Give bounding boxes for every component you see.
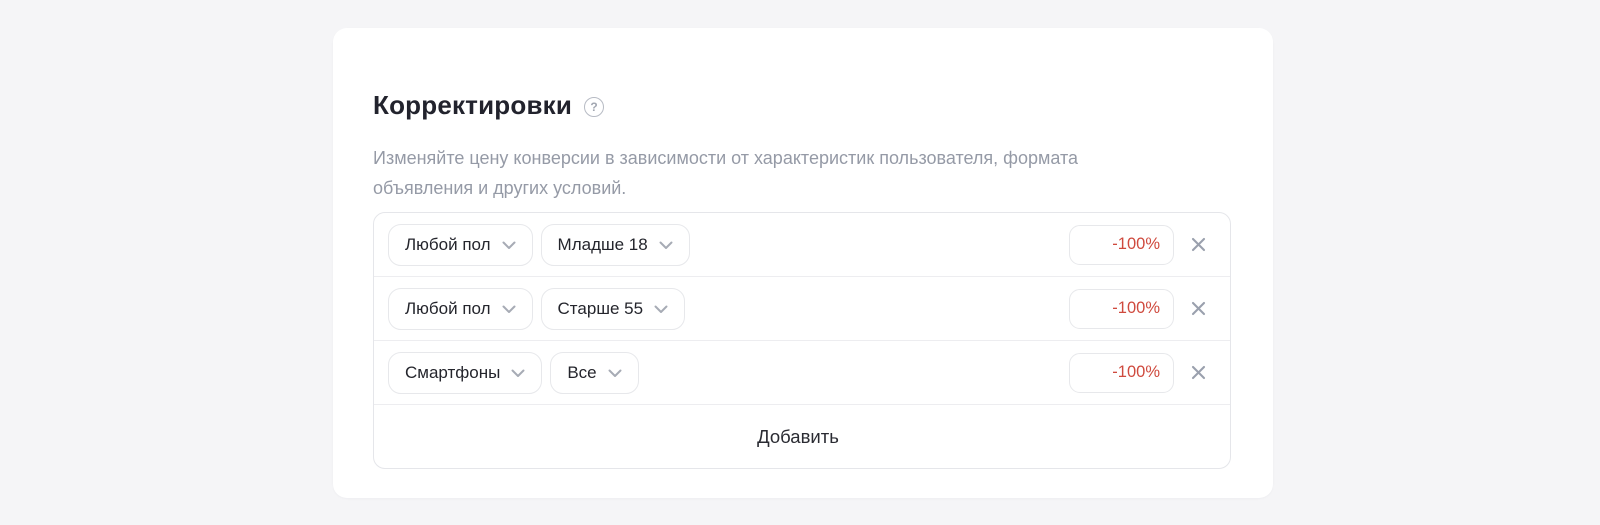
chevron-down-icon <box>654 305 668 314</box>
detail-dropdown-label: Все <box>567 363 596 383</box>
detail-dropdown[interactable]: Все <box>550 352 638 394</box>
card-description: Изменяйте цену конверсии в зависимости о… <box>373 143 1078 203</box>
chevron-down-icon <box>502 305 516 314</box>
page-title: Корректировки <box>373 90 572 121</box>
condition-dropdown-label: Любой пол <box>405 235 491 255</box>
description-line-2: объявления и других условий. <box>373 178 626 198</box>
condition-dropdown[interactable]: Смартфоны <box>388 352 542 394</box>
adjustment-value[interactable]: -100% <box>1069 353 1174 393</box>
condition-dropdown-label: Любой пол <box>405 299 491 319</box>
add-adjustment-button[interactable]: Добавить <box>374 405 1230 468</box>
chevron-down-icon <box>502 241 516 250</box>
description-line-1: Изменяйте цену конверсии в зависимости о… <box>373 148 1078 168</box>
detail-dropdown[interactable]: Младше 18 <box>541 224 690 266</box>
condition-dropdown[interactable]: Любой пол <box>388 224 533 266</box>
chevron-down-icon <box>608 369 622 378</box>
detail-dropdown-label: Старше 55 <box>558 299 644 319</box>
adjustment-value[interactable]: -100% <box>1069 289 1174 329</box>
adjustments-list: Любой пол Младше 18 -100% Любой пол <box>373 212 1231 469</box>
close-icon[interactable] <box>1188 363 1208 383</box>
adjustment-row: Любой пол Старше 55 -100% <box>374 277 1230 341</box>
help-icon[interactable]: ? <box>584 97 604 117</box>
close-icon[interactable] <box>1188 299 1208 319</box>
detail-dropdown[interactable]: Старше 55 <box>541 288 686 330</box>
detail-dropdown-label: Младше 18 <box>558 235 648 255</box>
card-header: Корректировки ? <box>373 90 604 121</box>
adjustment-row: Любой пол Младше 18 -100% <box>374 213 1230 277</box>
condition-dropdown-label: Смартфоны <box>405 363 500 383</box>
chevron-down-icon <box>659 241 673 250</box>
adjustment-row: Смартфоны Все -100% <box>374 341 1230 405</box>
adjustment-value[interactable]: -100% <box>1069 225 1174 265</box>
close-icon[interactable] <box>1188 235 1208 255</box>
condition-dropdown[interactable]: Любой пол <box>388 288 533 330</box>
chevron-down-icon <box>511 369 525 378</box>
adjustments-card: Корректировки ? Изменяйте цену конверсии… <box>333 28 1273 498</box>
